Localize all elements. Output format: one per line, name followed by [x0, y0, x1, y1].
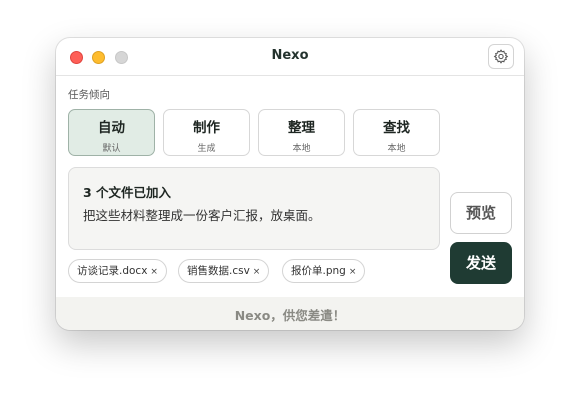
- gear-icon: [493, 49, 509, 64]
- attachment-name: 销售数据.csv: [187, 265, 250, 277]
- mode-find-title: 查找: [383, 120, 410, 136]
- title-bar: Nexo: [56, 38, 524, 76]
- preview-button[interactable]: 预览: [450, 192, 512, 234]
- prompt-text[interactable]: 把这些材料整理成一份客户汇报，放桌面。: [83, 205, 321, 224]
- window-title: Nexo: [271, 48, 309, 63]
- attachment-chip[interactable]: 报价单.png ×: [282, 259, 366, 283]
- mode-organize-sub: 本地: [292, 144, 311, 154]
- settings-button[interactable]: [488, 44, 514, 69]
- task-tendency-label: 任务倾向: [68, 89, 110, 101]
- attachment-name: 访谈记录.docx: [77, 265, 148, 277]
- mode-auto-title: 自动: [98, 120, 125, 136]
- mode-auto[interactable]: 自动 默认: [68, 109, 155, 156]
- mode-organize[interactable]: 整理 本地: [258, 109, 345, 156]
- remove-attachment-icon[interactable]: ×: [349, 267, 357, 277]
- mode-find-sub: 本地: [387, 144, 406, 154]
- mode-make-title: 制作: [193, 120, 220, 136]
- footer-text: Nexo，供您差遣！: [234, 308, 346, 323]
- mode-organize-title: 整理: [288, 120, 315, 136]
- attachment-chip[interactable]: 销售数据.csv ×: [178, 259, 270, 283]
- mode-make-sub: 生成: [197, 144, 216, 154]
- remove-attachment-icon[interactable]: ×: [253, 267, 261, 277]
- status-footer: Nexo，供您差遣！: [56, 297, 524, 330]
- send-button[interactable]: 发送: [450, 242, 512, 284]
- prompt-composer[interactable]: 3 个文件已加入 把这些材料整理成一份客户汇报，放桌面。: [68, 167, 440, 250]
- files-added-label: 3 个文件已加入: [83, 185, 172, 200]
- mode-find[interactable]: 查找 本地: [353, 109, 440, 156]
- attachment-chip[interactable]: 访谈记录.docx ×: [68, 259, 167, 283]
- mode-auto-sub: 默认: [102, 144, 121, 154]
- mode-make[interactable]: 制作 生成: [163, 109, 250, 156]
- attachment-name: 报价单.png: [291, 265, 346, 277]
- remove-attachment-icon[interactable]: ×: [150, 267, 158, 277]
- app-window: Nexo 任务倾向 自动 默认 制作 生成 整理 本地 查找 本地 3 个文件已…: [56, 38, 524, 330]
